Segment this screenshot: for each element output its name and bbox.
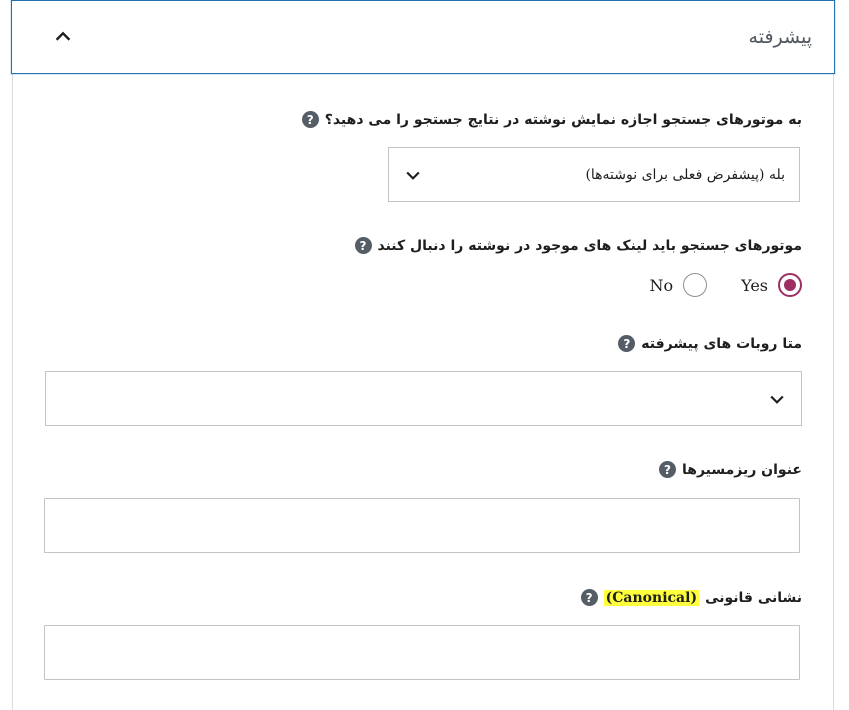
meta-robots-select[interactable] xyxy=(45,371,802,426)
radio-yes[interactable] xyxy=(778,273,802,297)
advanced-panel-toggle[interactable]: پیشرفته xyxy=(11,0,835,74)
meta-robots-label-text: متا روبات های پیشرفته xyxy=(641,335,802,352)
help-icon[interactable]: ? xyxy=(618,335,636,352)
radio-option-no[interactable]: No xyxy=(650,273,708,297)
robots-index-selected-value: بله (پیشفرض فعلی برای نوشته‌ها) xyxy=(585,166,785,183)
chevron-up-icon[interactable] xyxy=(52,26,74,48)
help-icon[interactable]: ? xyxy=(301,111,319,128)
robots-index-select[interactable]: بله (پیشفرض فعلی برای نوشته‌ها) xyxy=(388,147,800,202)
panel-title: پیشرفته xyxy=(748,26,812,48)
robots-follow-radio-group: Yes No xyxy=(650,273,802,297)
meta-robots-label: متا روبات های پیشرفته ? xyxy=(618,335,802,352)
canonical-label: نشانی قانونی (Canonical) ? xyxy=(580,589,802,606)
radio-yes-label: Yes xyxy=(741,275,768,295)
canonical-label-highlight: (Canonical) xyxy=(603,589,700,606)
radio-option-yes[interactable]: Yes xyxy=(741,273,802,297)
help-icon[interactable]: ? xyxy=(354,237,372,254)
radio-no-label: No xyxy=(649,275,674,295)
chevron-down-icon xyxy=(403,165,423,185)
robots-follow-label: موتورهای جستجو باید لینک های موجود در نو… xyxy=(354,237,803,254)
canonical-label-prefix: نشانی قانونی xyxy=(705,589,802,606)
breadcrumb-title-input[interactable] xyxy=(44,498,800,553)
chevron-down-icon xyxy=(767,389,787,409)
robots-index-label-text: به موتورهای جستجو اجازه نمایش نوشته در ن… xyxy=(324,111,802,128)
help-icon[interactable]: ? xyxy=(580,589,598,606)
canonical-url-input[interactable] xyxy=(44,625,800,680)
robots-follow-label-text: موتورهای جستجو باید لینک های موجود در نو… xyxy=(377,237,803,254)
breadcrumb-title-label: عنوان ریزمسیرها ? xyxy=(658,461,802,478)
help-icon[interactable]: ? xyxy=(658,461,676,478)
breadcrumb-title-label-text: عنوان ریزمسیرها xyxy=(681,461,802,478)
robots-index-label: به موتورهای جستجو اجازه نمایش نوشته در ن… xyxy=(301,111,802,128)
radio-no[interactable] xyxy=(683,273,708,297)
